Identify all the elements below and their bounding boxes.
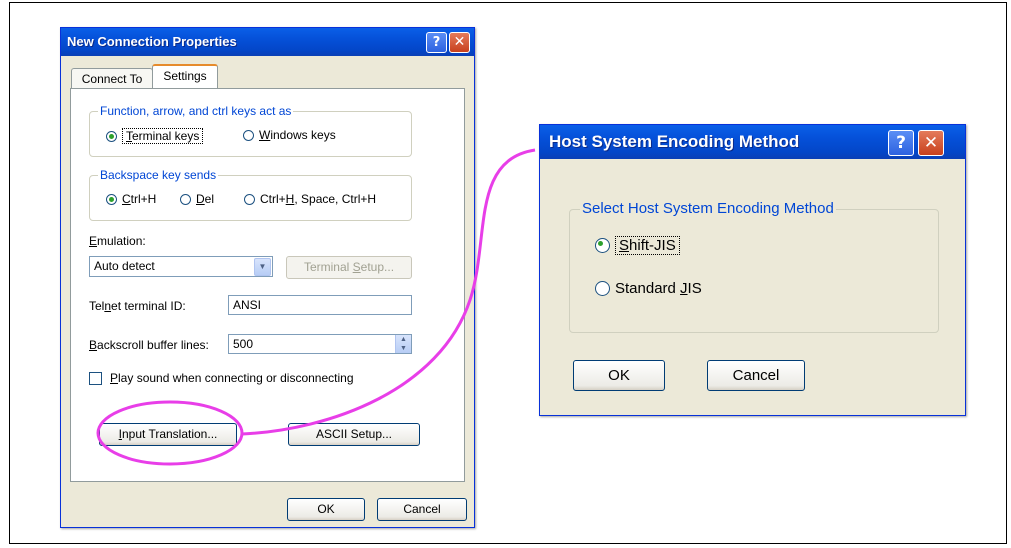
cancel-button[interactable]: Cancel: [377, 498, 467, 521]
ctrl-h-radio[interactable]: Ctrl+H: [106, 192, 156, 206]
play-sound-label: Play sound when connecting or disconnect…: [110, 371, 354, 385]
ascii-setup-button[interactable]: ASCII Setup...: [288, 423, 420, 446]
encoding-group-label: Select Host System Encoding Method: [580, 200, 836, 217]
encoding-cancel-button[interactable]: Cancel: [707, 360, 805, 391]
telnet-terminal-id-label: Telnet terminal ID:: [89, 299, 186, 313]
emulation-select[interactable]: Auto detect ▼: [89, 256, 273, 277]
radio-unselected-icon: [180, 193, 191, 205]
terminal-keys-radio[interactable]: Terminal keys: [106, 128, 204, 144]
standard-jis-radio[interactable]: Standard JIS: [595, 280, 702, 297]
emulation-label: Emulation:: [89, 234, 146, 248]
title-bar[interactable]: New Connection Properties ? ✕: [61, 28, 474, 56]
host-system-encoding-method-dialog: Host System Encoding Method ? ✕ Select H…: [539, 124, 966, 416]
title-bar[interactable]: Host System Encoding Method ? ✕: [540, 125, 965, 159]
backscroll-buffer-lines-stepper[interactable]: 500 ▲ ▼: [228, 334, 412, 354]
encoding-method-group: Select Host System Encoding Method Shift…: [569, 200, 939, 333]
help-icon[interactable]: ?: [426, 32, 447, 53]
help-icon[interactable]: ?: [888, 130, 914, 156]
del-radio[interactable]: Del: [180, 192, 214, 206]
backscroll-buffer-lines-label: Backscroll buffer lines:: [89, 338, 209, 352]
radio-unselected-icon: [244, 193, 255, 205]
backspace-group-label: Backspace key sends: [98, 168, 219, 182]
chevron-down-icon[interactable]: ▼: [254, 258, 271, 276]
ok-button[interactable]: OK: [287, 498, 365, 521]
radio-selected-icon: [595, 238, 610, 253]
radio-unselected-icon: [595, 281, 610, 296]
close-icon[interactable]: ✕: [918, 130, 944, 156]
dialog-title: Host System Encoding Method: [549, 132, 800, 151]
play-sound-checkbox[interactable]: [89, 372, 102, 385]
telnet-terminal-id-input[interactable]: ANSI: [228, 295, 412, 315]
spin-up-down-icon[interactable]: ▲ ▼: [395, 335, 411, 353]
function-keys-group: Function, arrow, and ctrl keys act as Te…: [89, 104, 412, 157]
terminal-setup-button[interactable]: Terminal Setup...: [286, 256, 412, 279]
radio-unselected-icon: [243, 129, 254, 141]
close-icon[interactable]: ✕: [449, 32, 470, 53]
radio-selected-icon: [106, 193, 117, 205]
shift-jis-radio[interactable]: Shift-JIS: [595, 236, 680, 255]
windows-keys-radio[interactable]: Windows keys: [243, 128, 336, 142]
new-connection-properties-dialog: New Connection Properties ? ✕ Connect To…: [60, 27, 475, 528]
function-keys-group-label: Function, arrow, and ctrl keys act as: [98, 104, 294, 118]
radio-selected-icon: [106, 130, 117, 142]
ctrl-h-space-ctrl-h-radio[interactable]: Ctrl+H, Space, Ctrl+H: [244, 192, 376, 206]
settings-tab-page: Function, arrow, and ctrl keys act as Te…: [70, 88, 465, 482]
input-translation-button[interactable]: Input Translation...: [99, 423, 237, 446]
backspace-group: Backspace key sends Ctrl+H Del Ctrl+H, S…: [89, 168, 412, 221]
encoding-ok-button[interactable]: OK: [573, 360, 665, 391]
dialog-title: New Connection Properties: [67, 34, 237, 49]
tab-connect-to[interactable]: Connect To: [71, 68, 153, 89]
tab-settings[interactable]: Settings: [152, 64, 218, 88]
